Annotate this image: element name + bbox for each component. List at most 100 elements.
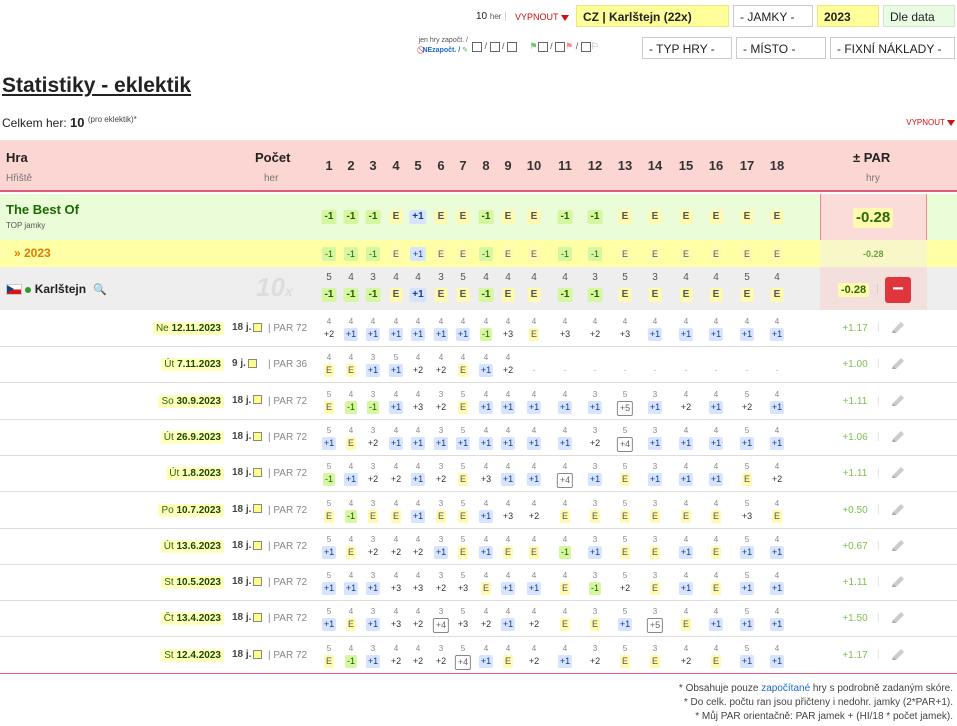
game-date[interactable]: St 10.5.2023 xyxy=(161,576,224,590)
table-row[interactable]: Po 10.7.2023 18 j. | PAR 72 5 4 3 4 4 3 5 4 4 4 4 3 5 3 4… xyxy=(0,493,957,529)
hole-par: 5 xyxy=(393,353,399,363)
counted-checkbox[interactable] xyxy=(472,41,482,52)
game-date[interactable]: Út 1.8.2023 xyxy=(166,467,224,481)
place-select[interactable]: - MÍSTO - xyxy=(736,37,826,59)
white-flag-checkbox[interactable] xyxy=(580,41,591,52)
hole-par: 3 xyxy=(652,643,658,653)
game-par: | PAR 72 xyxy=(268,504,308,516)
fixed-costs-select[interactable]: - FIXNÍ NÁKLADY - xyxy=(830,37,955,59)
filters-off-button[interactable]: VYPNOUT xyxy=(515,12,569,22)
pencil-icon[interactable] xyxy=(890,503,906,517)
divider: | xyxy=(877,576,880,588)
hole-par: 4 xyxy=(348,425,354,435)
hole-score: +3 xyxy=(412,583,424,594)
holes-square-icon xyxy=(253,431,263,441)
game-date[interactable]: Čt 13.4.2023 xyxy=(160,612,224,626)
pencil-icon[interactable] xyxy=(890,648,906,662)
course-select[interactable]: CZ | Karlštejn (22x) xyxy=(576,5,729,27)
best-score: E xyxy=(618,210,632,224)
table-row[interactable]: Čt 13.4.2023 18 j. | PAR 72 5 4 3 4 4 3 5 4 4 4 4 3 5 3 4… xyxy=(0,601,957,638)
table-row[interactable]: Út 1.8.2023 18 j. | PAR 72 5 4 3 4 4 3 5 4 4 4 4 3 5 3 4 4… xyxy=(0,456,957,493)
hole-score: +1 xyxy=(557,436,573,450)
pencil-icon[interactable] xyxy=(890,575,906,589)
hole-par: 3 xyxy=(370,353,376,363)
hole-par: 3 xyxy=(370,498,376,508)
club-par: 4 xyxy=(505,272,511,283)
table-row[interactable]: Út 13.6.2023 18 j. | PAR 72 5 4 3 4 4 3 5 4 4 4 4 3 5 3 4… xyxy=(0,529,957,565)
hole-score: +1 xyxy=(708,473,724,487)
game-date[interactable]: Ne 12.11.2023 xyxy=(152,322,224,335)
game-holes: 18 j. xyxy=(232,649,267,660)
hole-score: E xyxy=(502,545,514,559)
flag-checkbox[interactable] xyxy=(555,41,566,52)
holes-select[interactable]: - JAMKY - xyxy=(733,5,813,27)
table-row[interactable]: St 12.4.2023 18 j. | PAR 72 5 4 3 4 4 3 5 4 4 4 4 3 5 3 4… xyxy=(0,638,957,674)
pencil-icon[interactable] xyxy=(890,539,906,553)
header-hole-16: 16 xyxy=(708,158,724,173)
table-row[interactable]: Ne 12.11.2023 18 j. | PAR 72 4 4 4 4 4 4 4 4 4 4 4 4 4 4… xyxy=(0,311,957,347)
best-score: E xyxy=(709,210,723,224)
year-score: -1 xyxy=(557,247,573,261)
table-row[interactable]: Út 7.11.2023 9 j. | PAR 36 4 4 3 5 4 4 4 4 4 E E +1 +1 +… xyxy=(0,347,957,384)
hole-score: +1 xyxy=(388,400,404,414)
hole-score: E xyxy=(710,545,722,559)
game-date[interactable]: St 12.4.2023 xyxy=(161,648,224,662)
club-name-group: Karlštejn 🔍 xyxy=(6,282,107,296)
game-date[interactable]: So 30.9.2023 xyxy=(158,394,224,408)
stats-off-button[interactable]: VYPNOUT xyxy=(906,118,955,127)
pencil-icon[interactable] xyxy=(890,321,906,335)
counted-link[interactable]: započítané xyxy=(761,683,810,694)
table-row[interactable]: So 30.9.2023 18 j. | PAR 72 5 4 3 4 4 3 5 4 4 4 4 3 5 3 4… xyxy=(0,384,957,420)
best-score: -1 xyxy=(343,210,359,224)
year-select[interactable]: 2023 xyxy=(817,5,879,27)
remove-button[interactable]: − xyxy=(885,277,911,303)
hole-score: +1 xyxy=(478,400,494,414)
sort-select[interactable]: Dle data xyxy=(883,5,955,27)
hole-par: 5 xyxy=(460,498,466,508)
table-row[interactable]: St 10.5.2023 18 j. | PAR 72 5 4 3 4 4 3 5 4 4 4 4 3 5 3 4… xyxy=(0,565,957,602)
best-score: E xyxy=(740,210,754,224)
game-date[interactable]: Út 13.6.2023 xyxy=(160,539,224,553)
pencil-icon[interactable] xyxy=(890,357,906,371)
holes-square-icon xyxy=(253,613,263,623)
pencil-icon[interactable] xyxy=(890,466,906,480)
game-diff: +1.00 xyxy=(842,359,868,371)
search-icon[interactable]: 🔍 xyxy=(93,284,107,296)
year-label[interactable]: » 2023 xyxy=(14,246,51,260)
game-date[interactable]: Út 7.11.2023 xyxy=(161,358,224,372)
hole-score: +1 xyxy=(478,364,494,378)
game-type-select[interactable]: - TYP HRY - xyxy=(642,37,732,59)
pencil-icon[interactable] xyxy=(890,394,906,408)
pencil-icon[interactable] xyxy=(890,430,906,444)
hole-score: +1 xyxy=(647,436,663,450)
game-date[interactable]: Po 10.7.2023 xyxy=(158,503,224,517)
hole-par: 4 xyxy=(713,425,719,435)
hole-score: +2 xyxy=(390,474,402,485)
best-score: E xyxy=(501,210,515,224)
uncounted-checkbox[interactable] xyxy=(489,41,500,52)
green-flag-checkbox[interactable] xyxy=(537,41,548,52)
all-checkbox[interactable] xyxy=(507,41,518,52)
hole-par: 3 xyxy=(438,425,444,435)
hole-par: 4 xyxy=(326,317,332,326)
footnote-2: * Do celk. počtu ran jsou přičteny i ned… xyxy=(683,697,953,708)
divider: | xyxy=(877,648,880,660)
pencil-icon[interactable] xyxy=(890,611,906,625)
table-row[interactable]: Út 26.9.2023 18 j. | PAR 72 5 4 3 4 4 3 5 4 4 4 4 3 5 3 4… xyxy=(0,420,957,456)
hole-score: +1 xyxy=(526,400,542,414)
table-header xyxy=(0,140,957,192)
hole-score: E xyxy=(323,509,335,523)
hole-par: 4 xyxy=(393,607,399,617)
hole-score: +1 xyxy=(365,582,381,596)
hole-par: 4 xyxy=(774,317,780,326)
hole-par: 5 xyxy=(622,607,628,617)
count-filter[interactable]: 10 her | xyxy=(476,11,507,22)
game-par: | PAR 72 xyxy=(268,540,308,552)
year-score: -1 xyxy=(343,247,359,261)
game-date[interactable]: Út 26.9.2023 xyxy=(160,430,224,444)
hole-par: 4 xyxy=(393,389,399,399)
hole-score: E xyxy=(649,654,661,668)
hole-score: +1 xyxy=(587,400,603,414)
hole-par: 4 xyxy=(531,317,537,326)
hole-score: +1 xyxy=(478,509,494,523)
